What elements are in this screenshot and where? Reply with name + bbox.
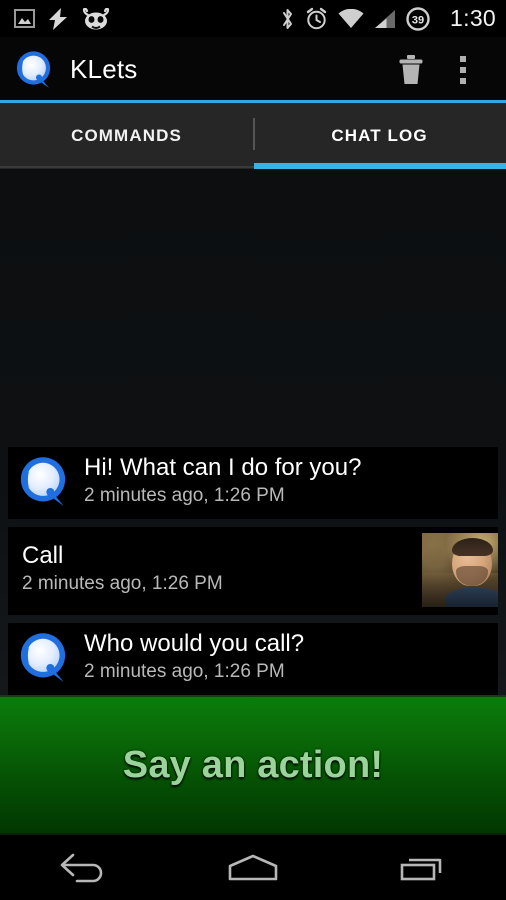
message-text: Hi! What can I do for you? — [84, 455, 362, 482]
tab-chat-log[interactable]: CHAT LOG — [253, 103, 506, 169]
charging-bolt-icon — [49, 7, 67, 30]
phone-screen: 39 1:30 KLets COMMANDS CHAT LOG Hi! What… — [0, 0, 506, 900]
battery-icon: 39 — [406, 6, 430, 31]
nav-back-button[interactable] — [29, 835, 139, 900]
bluetooth-icon — [283, 8, 293, 29]
back-icon — [61, 853, 103, 882]
message-body: Who would you call? 2 minutes ago, 1:26 … — [84, 631, 488, 685]
message-body: Call 2 minutes ago, 1:26 PM — [22, 543, 414, 597]
image-icon — [14, 9, 35, 28]
status-bar-left-icons — [14, 7, 111, 30]
battery-level-text: 39 — [412, 14, 424, 26]
list-item[interactable]: Call 2 minutes ago, 1:26 PM — [8, 527, 498, 615]
tab-baseline — [0, 166, 254, 168]
tab-chat-log-label: CHAT LOG — [331, 126, 428, 145]
message-timestamp: 2 minutes ago, 1:26 PM — [84, 661, 285, 683]
delete-button[interactable] — [384, 37, 438, 102]
page-title: KLets — [70, 54, 138, 84]
trash-icon — [399, 54, 423, 84]
list-item[interactable]: Who would you call? 2 minutes ago, 1:26 … — [8, 623, 498, 695]
message-text: Who would you call? — [84, 631, 305, 658]
recents-icon — [400, 858, 441, 880]
tab-divider — [253, 118, 255, 150]
wifi-icon — [338, 8, 364, 28]
chat-log-content[interactable]: Hi! What can I do for you? 2 minutes ago… — [0, 169, 506, 695]
chat-message-list: Hi! What can I do for you? 2 minutes ago… — [0, 447, 506, 695]
klets-logo-icon — [20, 457, 66, 506]
overflow-menu-button[interactable] — [438, 37, 488, 102]
klets-logo-icon — [20, 633, 66, 682]
home-icon — [228, 854, 278, 880]
avatar — [16, 629, 74, 687]
alarm-clock-icon — [306, 7, 327, 29]
message-timestamp: 2 minutes ago, 1:26 PM — [84, 485, 285, 507]
avatar-photo-hair — [451, 538, 493, 556]
say-an-action-button[interactable]: Say an action! — [0, 695, 506, 835]
cell-signal-icon — [375, 9, 396, 28]
message-body: Hi! What can I do for you? 2 minutes ago… — [84, 455, 488, 509]
action-bar: KLets — [0, 37, 506, 102]
tab-commands[interactable]: COMMANDS — [0, 103, 253, 169]
status-bar-clock: 1:30 — [450, 5, 496, 31]
system-navigation-bar — [0, 835, 506, 900]
say-an-action-label: Say an action! — [122, 743, 384, 786]
overflow-menu-icon — [460, 55, 466, 84]
avatar — [16, 453, 74, 511]
list-item[interactable]: Hi! What can I do for you? 2 minutes ago… — [8, 447, 498, 519]
tab-commands-label: COMMANDS — [71, 126, 182, 145]
cyanogenmod-icon — [82, 7, 110, 29]
nav-home-button[interactable] — [198, 835, 308, 900]
status-bar: 39 1:30 — [0, 0, 506, 37]
nav-recents-button[interactable] — [367, 835, 477, 900]
message-timestamp: 2 minutes ago, 1:26 PM — [22, 573, 223, 595]
klets-logo-icon — [16, 50, 51, 88]
status-bar-right-icons: 39 1:30 — [280, 5, 496, 32]
message-text: Call — [22, 543, 64, 570]
avatar-photo-body — [444, 587, 498, 607]
avatar — [422, 533, 498, 607]
